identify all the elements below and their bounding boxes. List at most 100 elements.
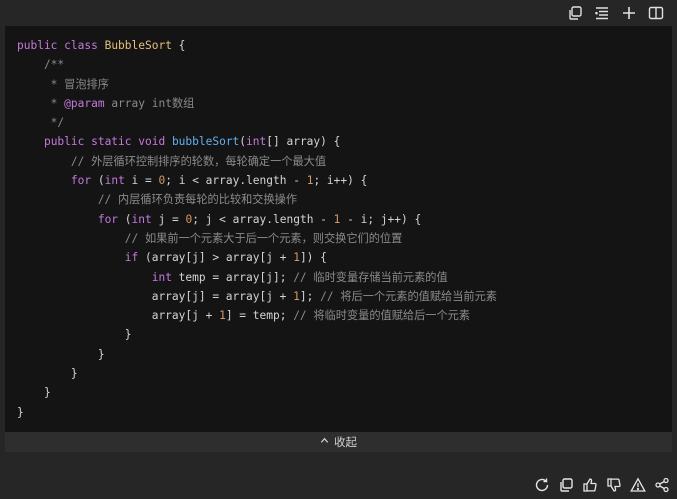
code-token: @param — [64, 96, 105, 110]
code-token: 1 — [293, 289, 300, 303]
code-token: // — [17, 231, 145, 245]
code-token: for — [70, 174, 92, 188]
code-token: public — [17, 39, 65, 52]
code-line: } — [17, 383, 497, 402]
format-list-icon[interactable] — [592, 3, 612, 23]
code-token: 内层循环负责每轮的比较和交换操作 — [118, 193, 298, 207]
code-token: public static void — [43, 135, 172, 149]
code-token: { — [171, 39, 186, 52]
code-line: } — [17, 345, 497, 364]
toolbar-icons — [565, 3, 666, 23]
code-token: 外层循环控制排序的轮数，每轮确定一个最大值 — [91, 154, 327, 168]
code-token: 冒泡排序 — [64, 77, 109, 91]
code-line: */ — [17, 113, 497, 132]
copy-icon[interactable] — [557, 476, 575, 494]
code-token: 如果前一个元素大于后一个元素，则交换它们的位置 — [144, 231, 403, 245]
code-token: int — [151, 270, 172, 284]
code-token: class — [64, 39, 105, 52]
split-view-icon[interactable] — [646, 3, 666, 23]
code-token: } — [17, 328, 132, 342]
warning-icon[interactable] — [629, 476, 647, 494]
code-token: // — [320, 289, 341, 303]
code-token: } — [17, 386, 51, 400]
code-line: for (int i = 0; i < array.length - 1; i+… — [17, 171, 497, 190]
code-token: // — [17, 193, 119, 207]
code-content: public class BubbleSort { /** * 冒泡排序 * @… — [17, 36, 497, 422]
code-toolbar — [5, 0, 672, 26]
code-line: array[j] = array[j + 1]; // 将后一个元素的值赋给当前… — [17, 287, 497, 306]
code-token: } — [17, 405, 24, 419]
code-line: } — [17, 403, 497, 422]
code-line: public static void bubbleSort(int[] arra… — [17, 132, 497, 151]
code-line: } — [17, 325, 497, 344]
code-token: ; i++) { — [313, 174, 368, 188]
code-token: j = — [151, 212, 186, 226]
code-token: 1 — [219, 309, 226, 323]
code-token: ( — [91, 174, 105, 188]
code-token: int — [104, 174, 125, 188]
code-token: // — [293, 309, 314, 323]
collapse-button[interactable]: 收起 — [5, 432, 672, 452]
code-line: * 冒泡排序 — [17, 75, 497, 94]
copy-icon[interactable] — [565, 3, 585, 23]
code-token: i = — [124, 174, 159, 188]
code-token: bubbleSort — [171, 135, 240, 149]
code-token: int — [246, 135, 267, 149]
code-token: * — [17, 96, 65, 110]
code-line: * @param array int数组 — [17, 94, 497, 113]
code-token: - i; j++) { — [340, 212, 422, 226]
code-token: // — [17, 154, 92, 168]
code-line: } — [17, 364, 497, 383]
code-line: for (int j = 0; j < array.length - 1 - i… — [17, 210, 497, 229]
code-line: // 外层循环控制排序的轮数，每轮确定一个最大值 — [17, 152, 497, 171]
code-token: if — [124, 251, 139, 265]
code-block[interactable]: public class BubbleSort { /** * 冒泡排序 * @… — [5, 26, 672, 432]
code-line: array[j + 1] = temp; // 将临时变量的值赋给后一个元素 — [17, 306, 497, 325]
code-token: temp = array[j]; — [171, 270, 294, 284]
code-token: BubbleSort — [104, 39, 172, 52]
plus-icon[interactable] — [619, 3, 639, 23]
code-line: // 内层循环负责每轮的比较和交换操作 — [17, 190, 497, 209]
code-token: } — [17, 367, 78, 381]
code-token: */ — [17, 116, 65, 130]
code-token: 将临时变量的值赋给后一个元素 — [313, 309, 471, 323]
code-token: 临时变量存储当前元素的值 — [313, 270, 448, 284]
code-token: [] array) { — [266, 135, 341, 149]
collapse-label: 收起 — [334, 435, 357, 449]
chevron-up-icon — [320, 436, 329, 448]
code-token: 1 — [293, 251, 300, 265]
thumbs-up-icon[interactable] — [581, 476, 599, 494]
code-token: 将后一个元素的值赋给当前元素 — [340, 289, 497, 303]
code-token: array[j + — [17, 309, 220, 323]
code-line: // 如果前一个元素大于后一个元素，则交换它们的位置 — [17, 229, 497, 248]
share-icon[interactable] — [653, 476, 671, 494]
code-token: ; j < array.length - — [192, 212, 334, 226]
code-token: ] = temp; — [225, 309, 294, 323]
code-token: ]; — [299, 289, 321, 303]
code-token: int — [131, 212, 152, 226]
code-token: /** — [17, 58, 65, 72]
code-token: // — [293, 270, 314, 284]
code-token: array int — [104, 96, 172, 110]
refresh-icon[interactable] — [533, 476, 551, 494]
code-token: array[j] = array[j + — [17, 289, 294, 303]
code-token: ; i < array.length - — [165, 174, 307, 188]
code-line: if (array[j] > array[j + 1]) { — [17, 248, 497, 267]
code-token: 数组 — [171, 96, 195, 110]
code-token: } — [17, 347, 105, 361]
code-token: ( — [118, 212, 132, 226]
response-actions — [533, 476, 671, 494]
code-line: public class BubbleSort { — [17, 36, 497, 55]
code-line: /** — [17, 55, 497, 74]
thumbs-down-icon[interactable] — [605, 476, 623, 494]
code-line: int temp = array[j]; // 临时变量存储当前元素的值 — [17, 268, 497, 287]
code-token: * — [17, 77, 65, 91]
code-token: for — [97, 212, 119, 226]
code-token: ]) { — [299, 251, 327, 265]
code-token: (array[j] > array[j + — [138, 251, 294, 265]
